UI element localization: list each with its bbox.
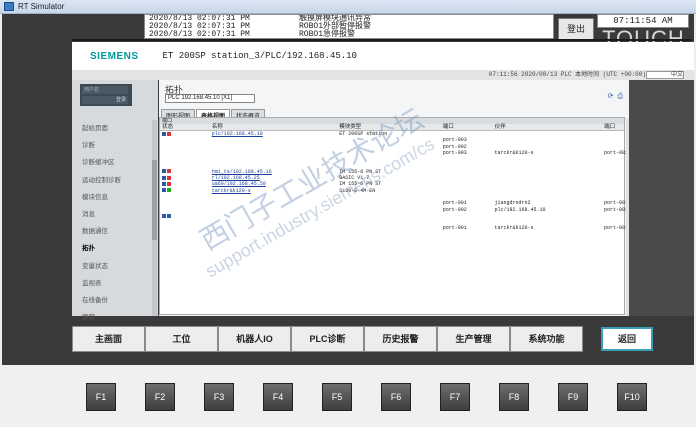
partner-cell: tarckr&k120-s	[494, 225, 534, 232]
nav-button[interactable]: 主画面	[72, 326, 145, 352]
right-panel	[629, 80, 694, 316]
alarm-list[interactable]: 2020/8/13 02:07:31 PM 触摸屏模块通讯异常 2020/8/13 …	[144, 14, 554, 39]
function-key[interactable]: F2	[145, 383, 175, 411]
status-icon	[162, 175, 166, 180]
scroll-thumb[interactable]	[152, 160, 157, 240]
siemens-logo: SIEMENS	[90, 50, 139, 62]
status-icon	[162, 213, 166, 218]
status-icon	[167, 131, 171, 136]
function-key[interactable]: F7	[440, 383, 470, 411]
refresh-icon[interactable]: ⟳	[608, 93, 614, 100]
nav-button[interactable]: 工位	[145, 326, 218, 352]
status-icon	[167, 213, 171, 218]
function-key[interactable]: F1	[86, 383, 116, 411]
device-select[interactable]: PLC 192.168.45.10 [X1]	[165, 94, 255, 103]
status-time: 07:11:56 2020/08/13 PLC 本地时间 (UTC +00:00…	[488, 71, 646, 78]
app-icon	[4, 2, 14, 11]
sidebar-item[interactable]: 运动控制诊断	[72, 172, 152, 189]
divider	[72, 39, 692, 41]
function-key[interactable]: F9	[558, 383, 588, 411]
sidebar-item[interactable]: 诊断缓冲区	[72, 154, 152, 171]
nav-button[interactable]: 生产管理	[437, 326, 510, 352]
sidebar-item[interactable]: 诊断	[72, 137, 152, 154]
status-icon	[162, 169, 166, 174]
window-titlebar: RT Simulator	[0, 0, 696, 14]
sidebar-item[interactable]: 模块信息	[72, 189, 152, 206]
header-bar: SIEMENS ET 200SP station_3/PLC/192.168.4…	[72, 42, 694, 70]
status-icon	[162, 188, 166, 193]
sidebar-item[interactable]: 数据通信	[72, 223, 152, 240]
status-line: 07:11:56 2020/08/13 PLC 本地时间 (UTC +00:00…	[72, 70, 694, 80]
function-keys: F1 F2 F3 F4 F5 F6 F7 F8 F9 F10	[0, 365, 696, 427]
username-input[interactable]: 用户名	[82, 86, 128, 94]
col-partner[interactable]: 伙伴	[495, 124, 605, 130]
status-icon	[167, 188, 171, 193]
sidebar-list: 起始页面 诊断 诊断缓冲区 运动控制诊断 模块信息 消息 数据通信 拓扑 变量状态 监视表 在线备份…	[72, 120, 152, 326]
login-button[interactable]: 登录	[82, 96, 128, 104]
nav-button[interactable]: 历史报警	[364, 326, 437, 352]
status-icon	[162, 131, 166, 136]
status-icon	[167, 169, 171, 174]
language-select[interactable]: 中文	[646, 71, 684, 79]
partner-port-cell: port-001	[604, 225, 629, 232]
sidebar-item[interactable]: 跟踪	[72, 309, 152, 326]
sidebar-item[interactable]: 消息	[72, 206, 152, 223]
function-key[interactable]: F6	[381, 383, 411, 411]
type-cell	[339, 225, 443, 231]
col-name[interactable]: 名称	[212, 124, 339, 130]
logout-button[interactable]: 登出	[558, 18, 594, 40]
hmi-screen: 2020/8/13 02:07:31 PM 触摸屏模块通讯异常 2020/8/13 …	[2, 14, 694, 365]
nav-button[interactable]: 机器人IO	[218, 326, 291, 352]
col-status[interactable]: 状态	[160, 124, 212, 130]
nav-button[interactable]: 系统功能	[510, 326, 583, 352]
alarm-time: 2020/8/13 02:07:31 PM	[149, 30, 250, 39]
sidebar-item[interactable]: 监视表	[72, 275, 152, 292]
status-icon	[167, 175, 171, 180]
nav-button[interactable]: PLC诊断	[291, 326, 364, 352]
function-key[interactable]: F3	[204, 383, 234, 411]
status-icon	[167, 182, 171, 187]
sidebar-scrollbar[interactable]	[152, 120, 157, 316]
toolbar-icons: ⟳ ⎙	[608, 92, 623, 101]
sidebar-item[interactable]: 在线备份	[72, 292, 152, 309]
print-icon[interactable]: ⎙	[617, 93, 623, 100]
sidebar-item[interactable]: 起始页面	[72, 120, 152, 137]
status-icon	[162, 182, 166, 187]
sidebar: 用户名 登录 起始页面 诊断 诊断缓冲区 运动控制诊断 模块信息 消息 数据通信 拓扑 变量状态…	[72, 80, 158, 321]
function-key[interactable]: F10	[617, 383, 647, 411]
port-cell: port-001	[442, 225, 467, 232]
col-partner-port[interactable]: 端口	[604, 124, 624, 130]
back-button[interactable]: 返回	[601, 327, 653, 351]
sidebar-item[interactable]: 拓扑	[72, 240, 152, 257]
sidebar-item[interactable]: 变量状态	[72, 258, 152, 275]
login-box: 用户名 登录	[80, 84, 132, 106]
function-key[interactable]: F8	[499, 383, 529, 411]
function-key[interactable]: F4	[263, 383, 293, 411]
col-port[interactable]: 端口	[443, 124, 495, 130]
station-title: ET 200SP station_3/PLC/192.168.45.10	[162, 51, 357, 61]
function-key[interactable]: F5	[322, 383, 352, 411]
window-title: RT Simulator	[18, 2, 65, 11]
